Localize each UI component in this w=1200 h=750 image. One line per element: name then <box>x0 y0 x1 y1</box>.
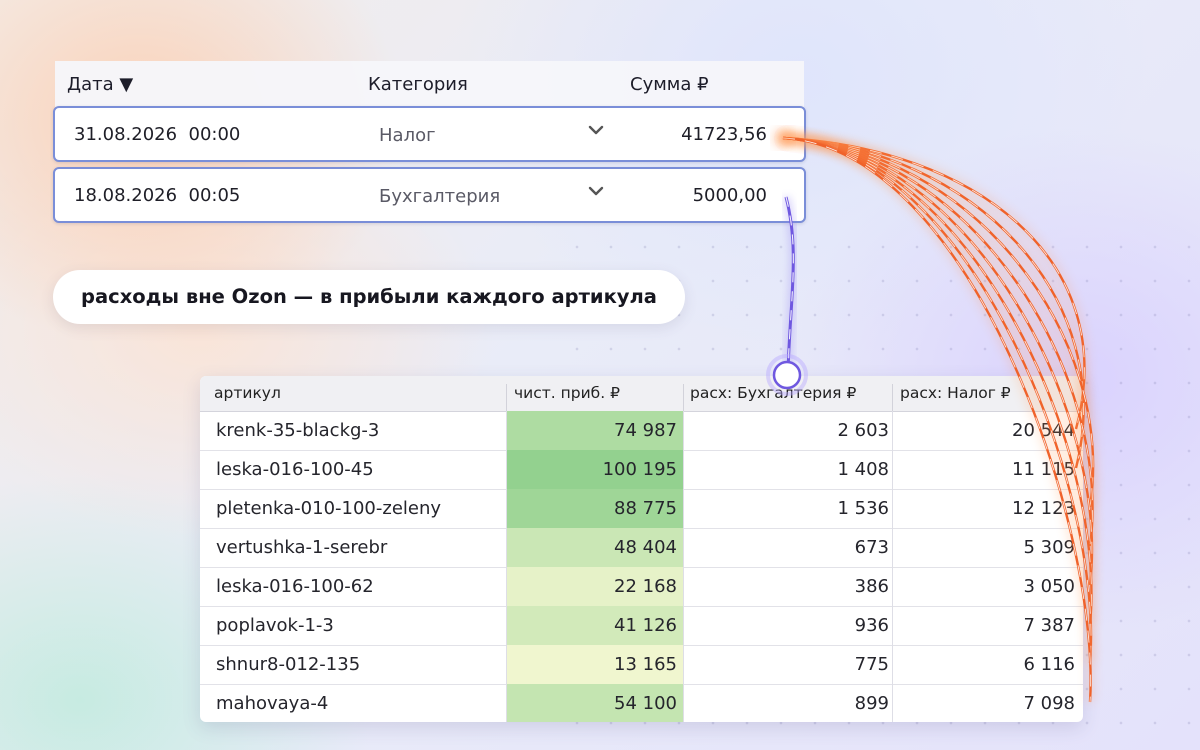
accounting-expense-cell: 936 <box>854 615 889 636</box>
profit-cell: 22 168 <box>507 567 683 606</box>
profit-cell: 54 100 <box>507 684 683 722</box>
sku-cell: leska-016-100-45 <box>216 459 374 480</box>
amount-column-header[interactable]: Сумма ₽ <box>630 74 709 95</box>
profit-column-header[interactable]: чист. приб. ₽ <box>514 384 620 402</box>
product-profit-table: артикул чист. приб. ₽ расх: Бухгалтерия … <box>200 376 1083 722</box>
table-row[interactable]: vertushka-1-serebr 48 404 673 5 309 <box>200 528 1083 568</box>
profit-cell: 74 987 <box>507 411 683 450</box>
expenses-header: Дата ▼ Категория Сумма ₽ <box>55 61 804 107</box>
profit-cell: 13 165 <box>507 645 683 684</box>
expense-category-select[interactable]: Налог <box>379 125 436 146</box>
caption-pill: расходы вне Ozon — в прибыли каждого арт… <box>53 270 685 324</box>
sku-cell: poplavok-1-3 <box>216 615 334 636</box>
accounting-expense-cell: 386 <box>854 576 889 597</box>
column-divider <box>506 411 507 722</box>
expense-category-select[interactable]: Бухгалтерия <box>379 186 500 207</box>
tax-expense-cell: 7 387 <box>1023 615 1075 636</box>
tax-expense-cell: 7 098 <box>1023 693 1075 714</box>
profit-cell: 100 195 <box>507 450 683 489</box>
table-row[interactable]: mahovaya-4 54 100 899 7 098 <box>200 684 1083 722</box>
tax-column-header[interactable]: расх: Налог ₽ <box>900 384 1011 402</box>
accounting-column-header[interactable]: расх: Бухгалтерия ₽ <box>690 384 856 402</box>
sku-cell: krenk-35-blackg-3 <box>216 420 380 441</box>
expense-amount-field[interactable]: 41723,56 <box>681 124 767 145</box>
accounting-expense-cell: 775 <box>854 654 889 675</box>
category-column-header[interactable]: Категория <box>368 74 468 95</box>
table-row[interactable]: leska-016-100-62 22 168 386 3 050 <box>200 567 1083 607</box>
tax-expense-cell: 12 123 <box>1012 498 1075 519</box>
sku-cell: pletenka-010-100-zeleny <box>216 498 442 519</box>
table-row[interactable]: krenk-35-blackg-3 74 987 2 603 20 544 <box>200 411 1083 451</box>
expense-date-field[interactable]: 18.08.2026 00:05 <box>74 185 240 206</box>
accounting-expense-cell: 1 408 <box>837 459 889 480</box>
table-row[interactable]: poplavok-1-3 41 126 936 7 387 <box>200 606 1083 646</box>
tax-expense-cell: 20 544 <box>1012 420 1075 441</box>
expense-row[interactable]: 18.08.2026 00:05 Бухгалтерия 5000,00 <box>53 167 806 223</box>
expense-date-field[interactable]: 31.08.2026 00:00 <box>74 124 240 145</box>
sku-cell: mahovaya-4 <box>216 693 329 714</box>
accounting-expense-cell: 1 536 <box>837 498 889 519</box>
sku-cell: vertushka-1-serebr <box>216 537 388 558</box>
accounting-expense-cell: 899 <box>854 693 889 714</box>
table-row[interactable]: shnur8-012-135 13 165 775 6 116 <box>200 645 1083 685</box>
tax-expense-cell: 5 309 <box>1023 537 1075 558</box>
profit-cell: 41 126 <box>507 606 683 645</box>
date-column-header[interactable]: Дата ▼ <box>67 74 133 95</box>
sku-column-header[interactable]: артикул <box>214 384 281 402</box>
sku-cell: leska-016-100-62 <box>216 576 374 597</box>
profit-cell: 88 775 <box>507 489 683 528</box>
accounting-expense-cell: 673 <box>854 537 889 558</box>
expense-row[interactable]: 31.08.2026 00:00 Налог 41723,56 <box>53 106 806 162</box>
expense-amount-field[interactable]: 5000,00 <box>693 185 767 206</box>
table-header: артикул чист. приб. ₽ расх: Бухгалтерия … <box>200 376 1083 419</box>
table-row[interactable]: leska-016-100-45 100 195 1 408 11 115 <box>200 450 1083 490</box>
sku-cell: shnur8-012-135 <box>216 654 361 675</box>
chevron-down-icon[interactable] <box>586 120 606 140</box>
tax-expense-cell: 11 115 <box>1012 459 1075 480</box>
tax-expense-cell: 6 116 <box>1023 654 1075 675</box>
column-divider <box>683 411 684 722</box>
tax-expense-cell: 3 050 <box>1023 576 1075 597</box>
chevron-down-icon[interactable] <box>586 181 606 201</box>
profit-cell: 48 404 <box>507 528 683 567</box>
column-divider <box>892 411 893 722</box>
accounting-expense-cell: 2 603 <box>837 420 889 441</box>
table-row[interactable]: pletenka-010-100-zeleny 88 775 1 536 12 123 <box>200 489 1083 529</box>
